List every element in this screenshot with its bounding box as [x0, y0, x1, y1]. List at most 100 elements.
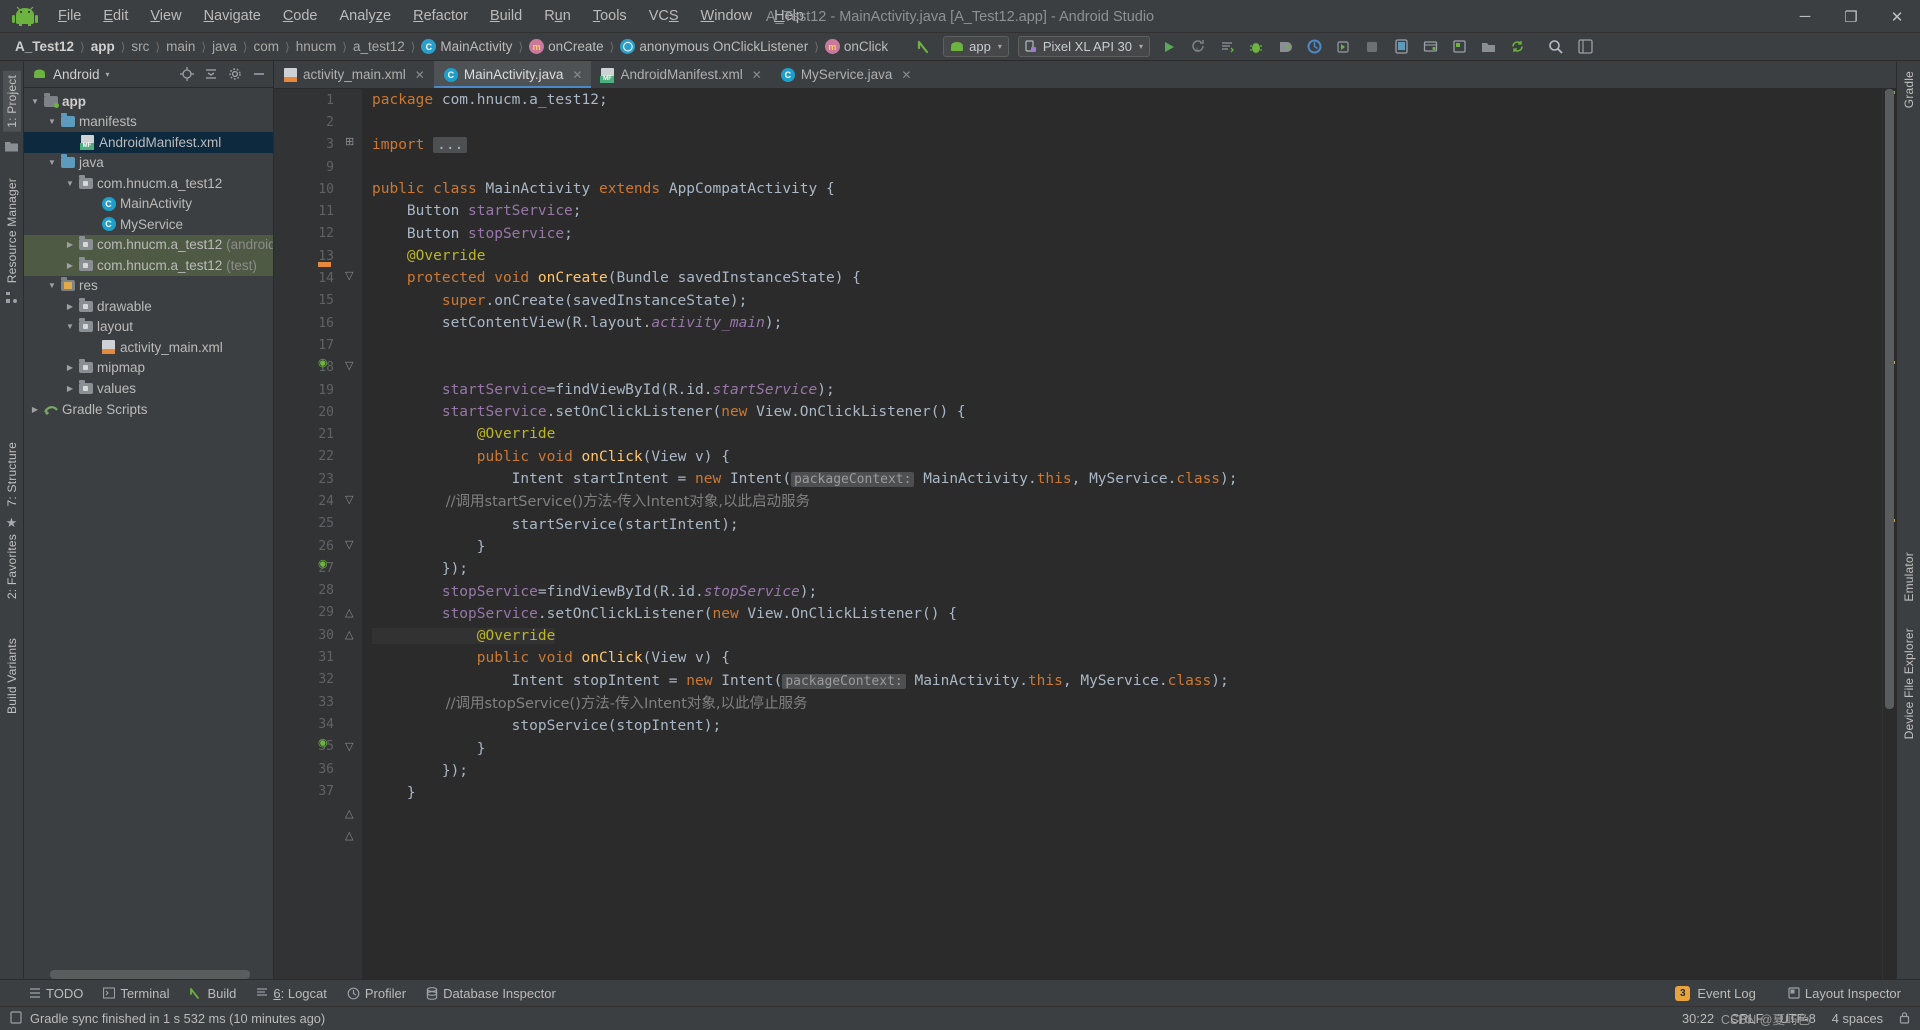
fold-expand-icon[interactable]: ⊞	[345, 135, 354, 148]
breadcrumb-onclick[interactable]: m onClick	[820, 38, 893, 56]
menu-tools[interactable]: Tools	[582, 5, 638, 27]
toolwin-build[interactable]: Build	[180, 983, 245, 1004]
rerun-icon[interactable]: A	[1185, 36, 1211, 58]
menu-vcs[interactable]: VCS	[638, 5, 690, 27]
run-icon[interactable]	[1156, 36, 1182, 58]
lock-icon[interactable]	[1899, 1011, 1910, 1027]
tree-node-java[interactable]: ▼ java	[24, 153, 273, 174]
fold-icon[interactable]: △	[345, 829, 353, 842]
memory-indicator-icon[interactable]	[10, 1010, 22, 1027]
tree-node-package-main[interactable]: ▼ com.hnucm.a_test12	[24, 173, 273, 194]
close-icon[interactable]: ✕	[572, 68, 582, 82]
make-project-icon[interactable]	[911, 36, 937, 58]
device-selector[interactable]: Pixel XL API 30 ▾	[1017, 36, 1151, 57]
override-marker-icon[interactable]: ◉	[318, 557, 328, 570]
chevron-right-icon[interactable]: ▶	[63, 240, 77, 249]
collapse-all-icon[interactable]	[201, 64, 221, 84]
rail-project[interactable]: 1: Project	[2, 71, 21, 132]
menu-file[interactable]: File	[47, 5, 92, 27]
minimize-button[interactable]: ─	[1782, 0, 1828, 33]
settings-icon[interactable]	[1572, 36, 1598, 58]
toolwin-event-log[interactable]: 3 Event Log	[1666, 983, 1765, 1004]
menu-view[interactable]: View	[139, 5, 192, 27]
fold-icon[interactable]: ▽	[345, 538, 353, 551]
fold-icon[interactable]: ▽	[345, 493, 353, 506]
menu-window[interactable]: Window	[690, 5, 764, 27]
tree-node-values[interactable]: ▶ values	[24, 378, 273, 399]
apply-changes-icon[interactable]	[1330, 36, 1356, 58]
fold-icon[interactable]: ▽	[345, 740, 353, 753]
menu-build[interactable]: Build	[479, 5, 533, 27]
source-code[interactable]: package com.hnucm.a_test12; import ... p…	[362, 89, 1882, 805]
toolwin-profiler[interactable]: Profiler	[338, 983, 415, 1004]
chevron-down-icon[interactable]: ▼	[63, 179, 77, 188]
code-text-area[interactable]: package com.hnucm.a_test12; import ... p…	[362, 89, 1882, 979]
breadcrumb-java[interactable]: java	[207, 38, 242, 55]
breadcrumb-project[interactable]: A_Test12	[10, 38, 79, 55]
chevron-right-icon[interactable]: ▶	[63, 363, 77, 372]
chevron-down-icon[interactable]: ▼	[45, 281, 59, 290]
breadcrumb-module[interactable]: app	[86, 38, 120, 55]
toolwin-todo[interactable]: TODO	[20, 983, 92, 1004]
menu-edit[interactable]: Edit	[92, 5, 139, 27]
settings-icon[interactable]	[225, 64, 245, 84]
error-stripe-marker-bar[interactable]	[1882, 89, 1896, 979]
menu-help[interactable]: Help	[763, 5, 815, 27]
chevron-down-icon[interactable]: ▼	[63, 322, 77, 331]
stop-icon[interactable]	[1359, 36, 1385, 58]
run-config-selector[interactable]: app ▾	[943, 36, 1009, 57]
maximize-button[interactable]: ❐	[1828, 0, 1874, 33]
toolwin-layout-inspector[interactable]: Layout Inspector	[1779, 983, 1910, 1004]
hide-panel-icon[interactable]	[249, 64, 269, 84]
override-marker-icon[interactable]: ◉	[318, 736, 328, 749]
menu-analyze[interactable]: Analyze	[329, 5, 403, 27]
line-number-gutter[interactable]: 1 2 3 9 10 11 12 13 14 15 16 17 18 19 20…	[274, 89, 340, 979]
layout-inspector-icon[interactable]	[1446, 36, 1472, 58]
chevron-down-icon[interactable]: ▼	[45, 117, 59, 126]
tree-node-package-test[interactable]: ▶ com.hnucm.a_test12 (test)	[24, 255, 273, 276]
tab-myservice-java[interactable]: C MyService.java ✕	[771, 61, 921, 88]
tree-node-activity-main-xml[interactable]: activity_main.xml	[24, 337, 273, 358]
project-view-selector[interactable]: Android ▾	[32, 67, 110, 82]
close-icon[interactable]: ✕	[415, 68, 425, 82]
fold-icon[interactable]: ▽	[345, 359, 353, 372]
fold-icon[interactable]: ▽	[345, 269, 353, 282]
project-hscrollbar[interactable]	[50, 970, 250, 979]
device-explorer-icon[interactable]	[1475, 36, 1501, 58]
toolwin-logcat[interactable]: 6: Logcat	[247, 983, 336, 1004]
breadcrumb-hnucm[interactable]: hnucm	[291, 38, 342, 55]
tab-mainactivity-java[interactable]: C MainActivity.java ✕	[433, 61, 592, 88]
close-icon[interactable]: ✕	[901, 68, 911, 82]
avd-manager-icon[interactable]	[1388, 36, 1414, 58]
menu-run[interactable]: Run	[533, 5, 582, 27]
search-icon[interactable]	[1543, 36, 1569, 58]
breadcrumb-oncreate[interactable]: m onCreate	[524, 38, 609, 56]
fold-icon[interactable]: △	[345, 628, 353, 641]
code-editor[interactable]: 1 2 3 9 10 11 12 13 14 15 16 17 18 19 20…	[274, 89, 1896, 979]
chevron-right-icon[interactable]: ▶	[63, 261, 77, 270]
caret-position[interactable]: 30:22	[1682, 1011, 1714, 1026]
breadcrumb-anonymous[interactable]: ◯ anonymous OnClickListener	[615, 38, 813, 56]
menu-refactor[interactable]: Refactor	[402, 5, 479, 27]
tree-node-mainactivity[interactable]: C MainActivity	[24, 194, 273, 215]
sync-project-icon[interactable]	[1504, 36, 1530, 58]
sync-gradle-icon[interactable]	[1214, 36, 1240, 58]
chevron-right-icon[interactable]: ▶	[63, 302, 77, 311]
tree-node-gradle-scripts[interactable]: ▶ Gradle Scripts	[24, 400, 273, 421]
sdk-manager-icon[interactable]	[1417, 36, 1443, 58]
code-folding-gutter[interactable]: ⊞ ▽ ▽ ▽ ▽ △ △ ▽ △ △	[340, 89, 362, 979]
tab-activity-main-xml[interactable]: activity_main.xml ✕	[274, 61, 434, 88]
rail-emulator[interactable]: Emulator	[1902, 552, 1916, 602]
toolwin-database-inspector[interactable]: Database Inspector	[417, 983, 565, 1004]
rail-structure[interactable]: 7: Structure	[5, 442, 19, 506]
rail-device-file-explorer[interactable]: Device File Explorer	[1902, 628, 1916, 739]
fold-icon[interactable]: △	[345, 807, 353, 820]
tree-node-res[interactable]: ▼ res	[24, 276, 273, 297]
indent-setting[interactable]: 4 spaces	[1832, 1011, 1883, 1026]
locate-file-icon[interactable]	[177, 64, 197, 84]
tree-node-drawable[interactable]: ▶ drawable	[24, 296, 273, 317]
editor-vertical-scrollbar[interactable]	[1885, 89, 1894, 709]
chevron-right-icon[interactable]: ▶	[28, 405, 42, 414]
menu-code[interactable]: Code	[272, 5, 329, 27]
profile-icon[interactable]	[1272, 36, 1298, 58]
